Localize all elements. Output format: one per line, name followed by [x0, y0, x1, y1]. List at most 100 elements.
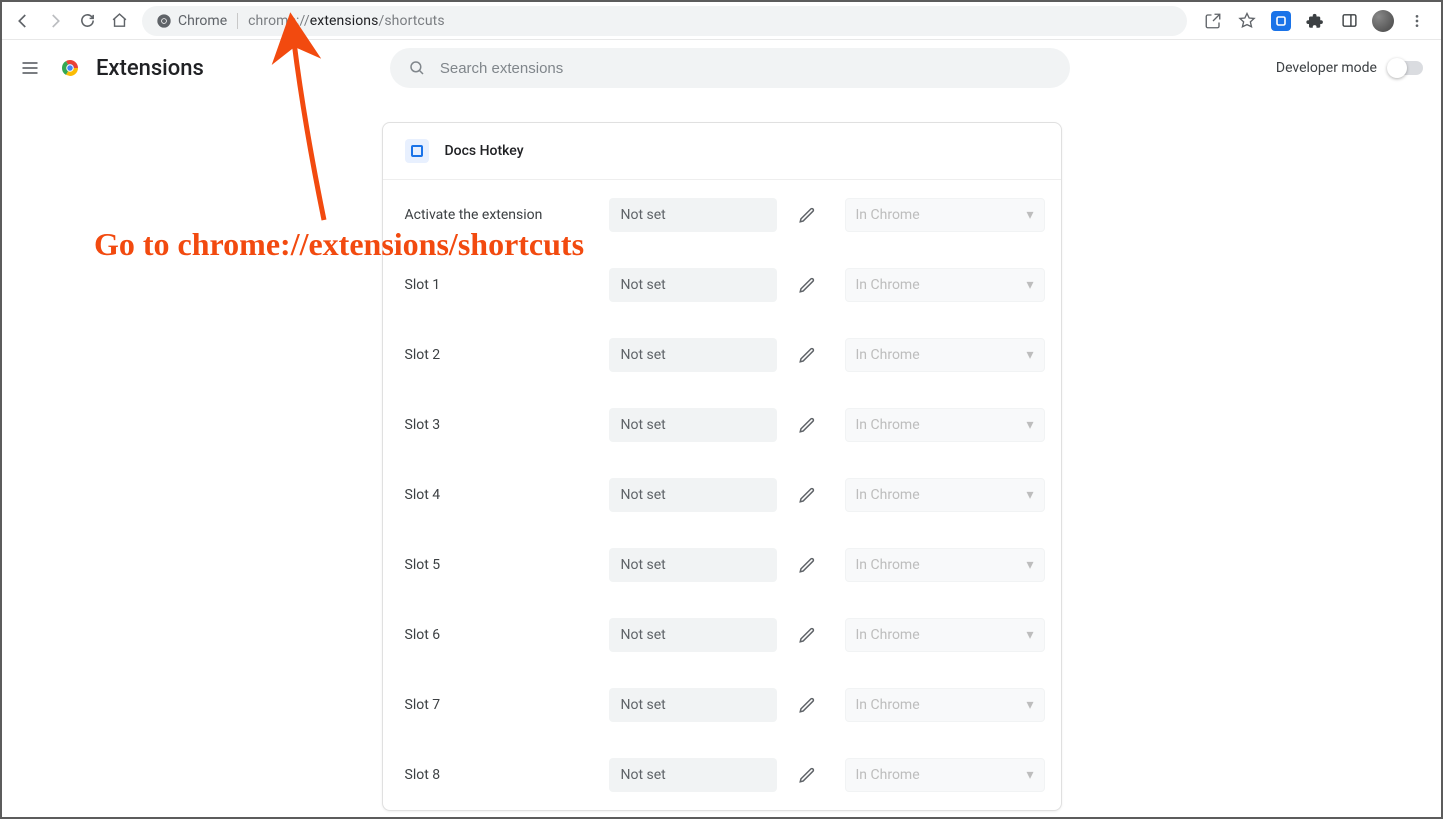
edit-shortcut-button[interactable]: [791, 689, 823, 721]
dropdown-caret-icon: ▾: [1026, 207, 1033, 223]
scope-select[interactable]: In Chrome ▾: [845, 688, 1045, 722]
edit-shortcut-button[interactable]: [791, 619, 823, 651]
shortcut-input[interactable]: Not set: [609, 408, 777, 442]
search-input[interactable]: [440, 60, 1052, 77]
pencil-icon: [798, 626, 816, 644]
shortcut-label: Activate the extension: [405, 207, 595, 223]
extension-pinned-icon[interactable]: [1267, 7, 1295, 35]
shortcut-label: Slot 7: [405, 697, 595, 713]
scope-select[interactable]: In Chrome ▾: [845, 618, 1045, 652]
scope-value: In Chrome: [856, 627, 920, 643]
shortcut-row: Slot 4 Not set In Chrome ▾: [383, 460, 1061, 530]
home-button[interactable]: [104, 6, 134, 36]
shortcut-label: Slot 5: [405, 557, 595, 573]
shortcut-label: Slot 8: [405, 767, 595, 783]
url-text: chrome://extensions/shortcuts: [248, 13, 445, 29]
address-bar[interactable]: Chrome chrome://extensions/shortcuts: [142, 6, 1187, 36]
shortcut-input[interactable]: Not set: [609, 688, 777, 722]
developer-mode: Developer mode: [1276, 60, 1423, 76]
scope-select[interactable]: In Chrome ▾: [845, 268, 1045, 302]
developer-mode-toggle[interactable]: [1389, 61, 1423, 75]
page-header: Extensions Developer mode: [2, 40, 1441, 96]
dropdown-caret-icon: ▾: [1026, 277, 1033, 293]
shortcut-input[interactable]: Not set: [609, 268, 777, 302]
scope-value: In Chrome: [856, 417, 920, 433]
browser-toolbar: Chrome chrome://extensions/shortcuts: [2, 2, 1441, 40]
extension-icon: [405, 139, 429, 163]
edit-shortcut-button[interactable]: [791, 199, 823, 231]
share-icon[interactable]: [1199, 7, 1227, 35]
shortcut-row: Slot 3 Not set In Chrome ▾: [383, 390, 1061, 460]
shortcut-input[interactable]: Not set: [609, 198, 777, 232]
shortcut-input[interactable]: Not set: [609, 758, 777, 792]
reload-button[interactable]: [72, 6, 102, 36]
scope-value: In Chrome: [856, 767, 920, 783]
scope-value: In Chrome: [856, 277, 920, 293]
shortcut-row: Activate the extension Not set In Chrome ▾: [383, 180, 1061, 250]
extension-card: Docs Hotkey Activate the extension Not se…: [382, 122, 1062, 811]
edit-shortcut-button[interactable]: [791, 759, 823, 791]
scope-select[interactable]: In Chrome▾: [845, 548, 1045, 582]
shortcut-row: Slot 5 Not set In Chrome▾: [383, 530, 1061, 600]
search-icon: [408, 59, 426, 77]
dropdown-caret-icon: ▾: [1026, 697, 1033, 713]
pencil-icon: [798, 486, 816, 504]
extensions-puzzle-icon[interactable]: [1301, 7, 1329, 35]
scope-select[interactable]: In Chrome▾: [845, 758, 1045, 792]
shortcut-input[interactable]: Not set: [609, 338, 777, 372]
shortcut-input[interactable]: Not set: [609, 478, 777, 512]
site-label: Chrome: [178, 13, 227, 29]
dropdown-caret-icon: ▾: [1026, 347, 1033, 363]
shortcut-label: Slot 6: [405, 627, 595, 643]
shortcut-label: Slot 2: [405, 347, 595, 363]
pencil-icon: [798, 766, 816, 784]
scope-value: In Chrome: [856, 207, 920, 223]
edit-shortcut-button[interactable]: [791, 269, 823, 301]
shortcut-label: Slot 4: [405, 487, 595, 503]
menu-button[interactable]: [16, 54, 44, 82]
pencil-icon: [798, 276, 816, 294]
pencil-icon: [798, 416, 816, 434]
chrome-icon: [156, 13, 172, 29]
chrome-logo-icon: [58, 56, 82, 80]
scope-select[interactable]: In Chrome ▾: [845, 478, 1045, 512]
scope-select[interactable]: In Chrome ▾: [845, 408, 1045, 442]
shortcut-label: Slot 1: [405, 277, 595, 293]
dropdown-caret-icon: ▾: [1026, 557, 1033, 573]
edit-shortcut-button[interactable]: [791, 479, 823, 511]
scope-select[interactable]: In Chrome ▾: [845, 338, 1045, 372]
shortcut-row: Slot 6 Not set In Chrome ▾: [383, 600, 1061, 670]
profile-avatar[interactable]: [1369, 7, 1397, 35]
content-scroll[interactable]: Docs Hotkey Activate the extension Not se…: [4, 98, 1439, 815]
page-title: Extensions: [96, 56, 204, 81]
bookmark-star-icon[interactable]: [1233, 7, 1261, 35]
scope-value: In Chrome: [856, 487, 920, 503]
shortcut-row: Slot 2 Not set In Chrome ▾: [383, 320, 1061, 390]
toolbar-right: [1195, 7, 1435, 35]
scope-value: In Chrome: [856, 697, 920, 713]
pencil-icon: [798, 696, 816, 714]
scope-value: In Chrome: [856, 347, 920, 363]
shortcut-input[interactable]: Not set: [609, 548, 777, 582]
omnibox-divider: [237, 13, 238, 29]
shortcut-input[interactable]: Not set: [609, 618, 777, 652]
kebab-menu-icon[interactable]: [1403, 7, 1431, 35]
side-panel-icon[interactable]: [1335, 7, 1363, 35]
back-button[interactable]: [8, 6, 38, 36]
shortcut-row: Slot 1 Not set In Chrome ▾: [383, 250, 1061, 320]
pencil-icon: [798, 556, 816, 574]
pencil-icon: [798, 206, 816, 224]
scope-select[interactable]: In Chrome ▾: [845, 198, 1045, 232]
dropdown-caret-icon: ▾: [1026, 627, 1033, 643]
site-info-chip[interactable]: Chrome: [156, 13, 227, 29]
edit-shortcut-button[interactable]: [791, 549, 823, 581]
dropdown-caret-icon: ▾: [1026, 417, 1033, 433]
pencil-icon: [798, 346, 816, 364]
dropdown-caret-icon: ▾: [1026, 487, 1033, 503]
forward-button[interactable]: [40, 6, 70, 36]
edit-shortcut-button[interactable]: [791, 409, 823, 441]
edit-shortcut-button[interactable]: [791, 339, 823, 371]
extension-name: Docs Hotkey: [445, 143, 524, 159]
shortcut-label: Slot 3: [405, 417, 595, 433]
search-box[interactable]: [390, 48, 1070, 88]
